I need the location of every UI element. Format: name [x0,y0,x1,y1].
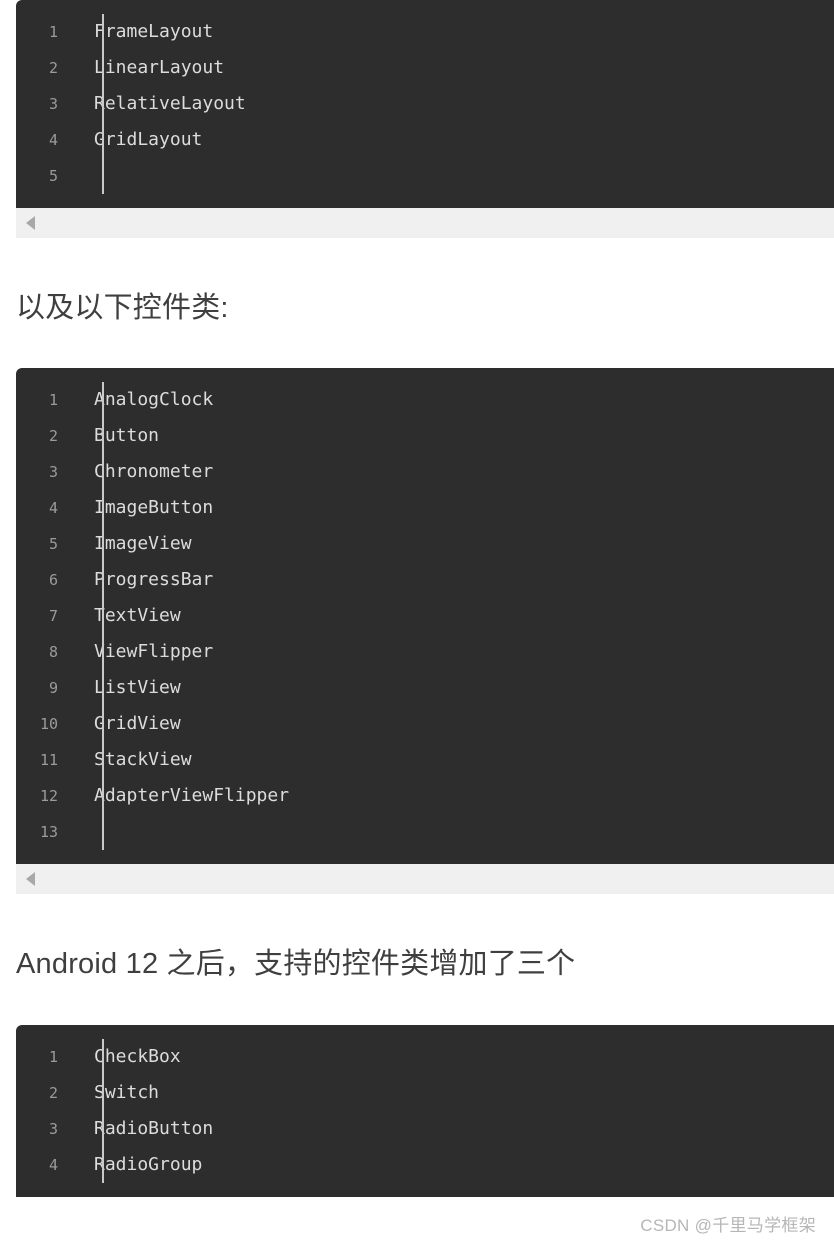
code-text[interactable]: FrameLayout [72,14,834,50]
scroll-left-arrow-icon[interactable] [16,208,44,238]
code-text[interactable]: LinearLayout [72,50,834,86]
left-triangle-icon [25,872,35,887]
code-line: 8 ViewFlipper [16,634,834,670]
line-number: 2 [48,1083,58,1102]
code-line: 1 FrameLayout [16,14,834,50]
line-number: 1 [48,23,58,41]
code-block-android12-classes: 1 CheckBox 2 Switch 3 RadioButton 4 Radi… [16,1024,834,1197]
code-text[interactable]: GridView [72,706,834,742]
gutter-divider [102,1038,104,1183]
code-block-widget-classes: 1 AnalogClock 2 Button 3 Chronometer 4 I… [16,368,834,865]
code-text[interactable]: AdapterViewFlipper [72,778,834,814]
line-number: 1 [48,391,58,410]
line-number: 12 [39,787,58,806]
scrollbar-track[interactable] [44,864,834,894]
code-line: 4 ImageButton [16,490,834,526]
line-number: 2 [48,427,58,446]
code-line: 5 [16,158,834,194]
line-number: 6 [48,571,58,590]
csdn-watermark: CSDN @千里马学框架 [640,1216,816,1235]
line-number: 3 [48,95,58,113]
code-horizontal-scrollbar[interactable] [16,864,834,895]
heading-widget-classes: 以及以下控件类: [16,292,229,324]
line-number: 4 [48,1155,58,1174]
code-text[interactable]: ViewFlipper [72,634,834,670]
code-line: 4 GridLayout [16,122,834,158]
line-number: 4 [48,131,58,149]
code-text[interactable]: ProgressBar [72,562,834,598]
line-number: 3 [48,463,58,482]
code-text[interactable]: TextView [72,598,834,634]
code-line: 3 Chronometer [16,454,834,490]
code-line: 1 AnalogClock [16,382,834,418]
code-line: 6 ProgressBar [16,562,834,598]
code-text[interactable]: ImageView [72,526,834,562]
code-text[interactable]: RelativeLayout [72,86,834,122]
line-number: 10 [39,715,58,734]
line-number: 3 [48,1119,58,1138]
code-line: 12 AdapterViewFlipper [16,778,834,814]
code-line: 2 LinearLayout [16,50,834,86]
code-line: 2 Button [16,418,834,454]
code-line: 4 RadioGroup [16,1147,834,1183]
scrollbar-track[interactable] [44,208,834,238]
code-line: 13 [16,814,834,850]
code-text[interactable]: ListView [72,670,834,706]
code-text[interactable]: RadioButton [72,1111,834,1147]
code-text-keyword[interactable]: Switch [72,1075,834,1111]
line-number: 2 [48,59,58,77]
left-triangle-icon [25,216,35,230]
line-number: 7 [48,607,58,626]
code-content: 1 AnalogClock 2 Button 3 Chronometer 4 I… [16,368,834,864]
code-text[interactable]: Button [72,418,834,454]
code-text[interactable]: RadioGroup [72,1147,834,1183]
line-number: 9 [48,679,58,698]
code-line: 11 StackView [16,742,834,778]
code-text[interactable]: StackView [72,742,834,778]
gutter-divider [102,382,104,851]
line-number: 11 [39,751,58,770]
code-text[interactable]: ImageButton [72,490,834,526]
code-text[interactable]: GridLayout [72,122,834,158]
code-text[interactable]: AnalogClock [72,382,834,418]
code-line: 10 GridView [16,706,834,742]
line-number: 8 [48,643,58,662]
code-line: 9 ListView [16,670,834,706]
article-page: 1 FrameLayout 2 LinearLayout 3 RelativeL… [0,0,834,1250]
code-block-layout-classes: 1 FrameLayout 2 LinearLayout 3 RelativeL… [16,0,834,208]
line-number: 5 [48,535,58,554]
gutter-divider [102,14,104,194]
line-number: 13 [39,823,58,842]
scroll-left-arrow-icon[interactable] [16,864,44,894]
code-content: 1 FrameLayout 2 LinearLayout 3 RelativeL… [16,0,834,208]
line-number: 4 [48,499,58,518]
code-line: 2 Switch [16,1075,834,1111]
code-line: 7 TextView [16,598,834,634]
code-text[interactable]: CheckBox [72,1039,834,1075]
code-content: 1 CheckBox 2 Switch 3 RadioButton 4 Radi… [16,1025,834,1197]
code-horizontal-scrollbar[interactable] [16,208,834,238]
code-line: 3 RelativeLayout [16,86,834,122]
code-line: 3 RadioButton [16,1111,834,1147]
code-line: 5 ImageView [16,526,834,562]
line-number: 1 [48,1047,58,1066]
line-number: 5 [48,167,58,185]
code-text[interactable]: Chronometer [72,454,834,490]
heading-android12-classes: Android 12 之后，支持的控件类增加了三个 [16,948,576,981]
code-line: 1 CheckBox [16,1039,834,1075]
